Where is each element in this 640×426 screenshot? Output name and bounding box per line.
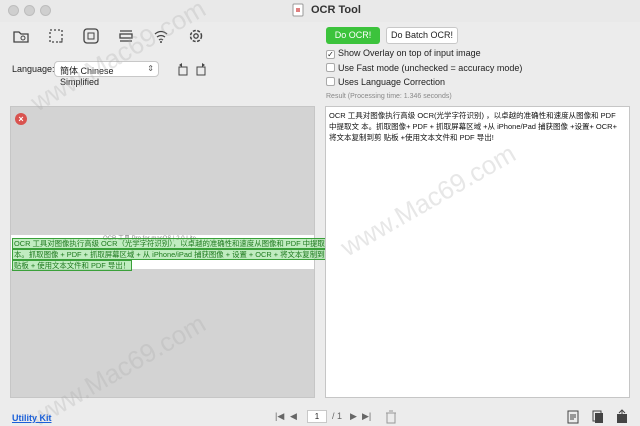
title-bar: OCR Tool bbox=[0, 0, 640, 22]
processing-time-label: Result (Processing time: 1.346 seconds) bbox=[326, 93, 452, 100]
open-folder-icon[interactable] bbox=[12, 27, 30, 45]
rotate-right-icon[interactable] bbox=[194, 61, 208, 77]
trash-icon[interactable] bbox=[384, 409, 398, 425]
language-correction-option[interactable]: Uses Language Correction bbox=[326, 77, 445, 87]
share-icon[interactable] bbox=[615, 409, 629, 425]
do-batch-ocr-button[interactable]: Do Batch OCR! bbox=[386, 27, 458, 44]
export-text-icon[interactable] bbox=[566, 409, 580, 425]
language-correction-label: Uses Language Correction bbox=[338, 77, 446, 87]
fast-mode-option[interactable]: Use Fast mode (unchecked = accuracy mode… bbox=[326, 63, 522, 73]
show-overlay-checkbox[interactable]: ✓ bbox=[326, 50, 335, 59]
page-number-input[interactable]: 1 bbox=[307, 410, 327, 423]
window-title: OCR Tool bbox=[311, 4, 361, 16]
language-label: Language: bbox=[12, 64, 55, 74]
rotate-left-icon[interactable] bbox=[176, 61, 190, 77]
do-ocr-button[interactable]: Do OCR! bbox=[326, 27, 380, 44]
capture-region-icon[interactable] bbox=[47, 27, 65, 45]
app-icon bbox=[291, 3, 305, 17]
chevron-updown-icon: ⇕ bbox=[147, 64, 154, 73]
copy-icon[interactable] bbox=[591, 409, 605, 425]
result-text-pane[interactable]: OCR 工具对图像执行高级 OCR(光学字符识别) ，以卓越的准确性和速度从图像… bbox=[325, 106, 630, 398]
utility-kit-link[interactable]: Utility Kit bbox=[12, 413, 52, 423]
ocr-overlay-line: 贴板 + 使用文本文件和 PDF 导出！ bbox=[12, 260, 132, 271]
close-window-button[interactable] bbox=[8, 5, 19, 16]
capture-screen-icon[interactable] bbox=[82, 27, 100, 45]
previous-page-icon[interactable]: ◀ bbox=[290, 411, 297, 422]
fast-mode-checkbox[interactable] bbox=[326, 63, 335, 72]
preview-image: OCR 工具 Pro for macOS | 2.0 Lite OCR 工具对图… bbox=[11, 235, 335, 271]
next-page-icon[interactable]: ▶ bbox=[350, 411, 357, 422]
zoom-window-button[interactable] bbox=[40, 5, 51, 16]
fast-mode-label: Use Fast mode (unchecked = accuracy mode… bbox=[338, 63, 523, 73]
page-total-label: / 1 bbox=[332, 411, 343, 421]
last-page-icon[interactable]: ▶| bbox=[362, 411, 371, 422]
first-page-icon[interactable]: |◀ bbox=[275, 411, 284, 422]
ocr-overlay-line: 本。抓取图像 + PDF + 抓取屏幕区域 + 从 iPhone/iPad 捕获… bbox=[12, 249, 334, 260]
clear-image-icon[interactable]: × bbox=[15, 113, 27, 125]
ocr-overlay-line: OCR 工具对图像执行高级 OCR（光学字符识别），以卓越的准确性和速度从图像和… bbox=[12, 238, 335, 249]
minimize-window-button[interactable] bbox=[24, 5, 35, 16]
language-correction-checkbox[interactable] bbox=[326, 77, 335, 86]
show-overlay-label: Show Overlay on top of input image bbox=[338, 48, 481, 58]
show-overlay-option[interactable]: ✓ Show Overlay on top of input image bbox=[326, 48, 481, 59]
result-text[interactable]: OCR 工具对图像执行高级 OCR(光学字符识别) ，以卓越的准确性和速度从图像… bbox=[329, 110, 625, 143]
